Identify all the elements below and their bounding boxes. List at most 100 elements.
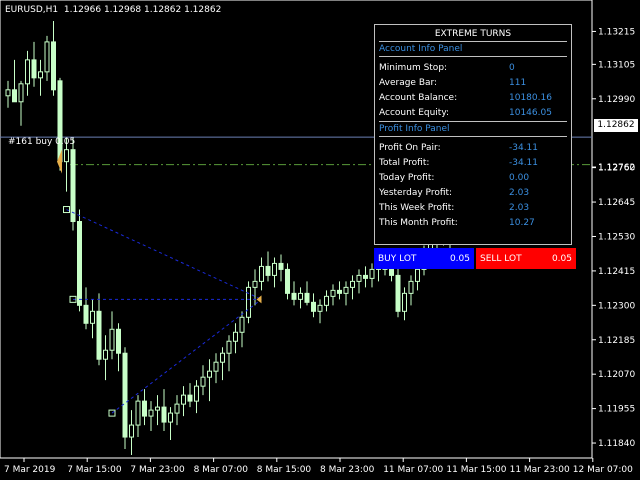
account-section-title: Account Info Panel [379, 44, 463, 54]
sell-lot-label: SELL LOT [480, 253, 522, 264]
row-value: 111 [509, 78, 527, 88]
row-value: 10180.16 [509, 93, 552, 103]
candle-body [83, 304, 89, 324]
row-value: -34.11 [509, 143, 539, 153]
row-label: Today Profit: [379, 173, 435, 183]
panel-row: Account Equity: 10146.05 [375, 106, 571, 121]
trend-line [111, 298, 262, 414]
row-value: -34.11 [509, 158, 539, 168]
candle-body [311, 301, 316, 312]
candle-body [5, 89, 11, 97]
y-tick-label: 1.12185 [598, 336, 635, 346]
sell-lot-button[interactable]: SELL LOT 0.05 [476, 248, 576, 269]
symbol-ohlc: 1.12966 1.12968 1.12862 1.12862 [63, 5, 222, 15]
panel-row: Total Profit: -34.11 [375, 156, 571, 171]
panel-title: EXTREME TURNS [434, 29, 512, 39]
x-axis-ticks: 7 Mar 2019 7 Mar 15:00 7 Mar 23:00 8 Mar 07… [4, 458, 633, 475]
candle-body [96, 310, 102, 360]
x-tick-label: 12 Mar 07:00 [573, 465, 633, 475]
candle-body [304, 292, 310, 303]
x-tick-label: 11 Mar 15:00 [446, 465, 506, 475]
x-tick-label: 8 Mar 23:00 [320, 465, 375, 475]
candle-body [31, 59, 37, 79]
x-tick-label: 11 Mar 07:00 [383, 465, 443, 475]
candle-body [70, 149, 76, 223]
candle-body [278, 262, 284, 270]
row-value: 2.03 [509, 188, 530, 198]
panel-row: This Month Profit: 10.27 [375, 216, 571, 231]
candle-body [194, 385, 199, 402]
x-tick-label: 7 Mar 2019 [4, 465, 56, 475]
row-value: 0.00 [509, 173, 530, 183]
candle-body [395, 274, 401, 312]
y-tick-label: 1.12645 [598, 198, 635, 208]
row-label: This Week Profit: [379, 203, 455, 213]
candle-body [64, 149, 69, 163]
candle-body [18, 83, 24, 103]
panel-row: Account Balance: 10180.16 [375, 91, 571, 106]
order-label: #161 buy 0.05 [8, 137, 76, 147]
candle-body [324, 295, 329, 306]
candle-body [12, 89, 17, 103]
buy-lot-button[interactable]: BUY LOT 0.05 [374, 248, 474, 269]
symbol-name: EURUSD,H1 [5, 5, 59, 15]
candle-body [415, 268, 420, 282]
panel-row: Profit On Pair: -34.11 [375, 141, 571, 156]
candle-body [285, 268, 290, 294]
profit-rows: Profit On Pair: -34.11 Total Profit: -34.11… [375, 141, 571, 231]
candle-body [161, 406, 167, 423]
candle-body [129, 424, 134, 438]
panel-row: Minimum Stop: 0 [375, 61, 571, 76]
candle-body [174, 403, 180, 414]
candle-body [122, 352, 128, 438]
candle-body [200, 376, 206, 387]
y-tick-label: 1.12070 [598, 370, 635, 380]
buy-lot-label: BUY LOT [378, 253, 417, 264]
candle-body [51, 41, 56, 91]
row-value: 0 [509, 63, 515, 73]
candle-body [259, 265, 264, 282]
candle-body [298, 292, 303, 300]
candle-body [272, 262, 277, 276]
row-label: This Month Profit: [379, 218, 458, 228]
candle-body [356, 274, 362, 282]
panel-row: Yesterday Profit: 2.03 [375, 186, 571, 201]
x-tick-label: 8 Mar 15:00 [257, 465, 312, 475]
candle-body [187, 394, 193, 402]
candle-body [408, 280, 414, 294]
candle-body [265, 265, 271, 276]
y-tick-label: 1.12530 [598, 232, 635, 242]
candle-body [77, 221, 82, 306]
candle-body [330, 289, 336, 297]
x-tick-label: 8 Mar 07:00 [194, 465, 249, 475]
candle-body [207, 370, 212, 378]
x-tick-label: 7 Mar 23:00 [130, 465, 185, 475]
y-tick-label: 1.12415 [598, 267, 635, 277]
sell-lot-value: 0.05 [551, 253, 572, 264]
candle-body [233, 331, 238, 342]
row-label: Yesterday Profit: [379, 188, 453, 198]
panel-row: Today Profit: 0.00 [375, 171, 571, 186]
candle-body [246, 286, 251, 318]
candle-body [116, 328, 121, 354]
candle-body [90, 310, 95, 324]
candle-body [168, 412, 173, 423]
candle-body [181, 394, 186, 405]
candle-body [155, 406, 160, 411]
account-rows: Minimum Stop: 0 Average Bar: 111 Account Bal… [375, 61, 571, 121]
candle-body [402, 292, 407, 312]
trade-markers [57, 149, 262, 417]
candle-body [220, 352, 225, 363]
x-tick-label: 7 Mar 15:00 [67, 465, 122, 475]
candle-body [291, 292, 297, 300]
row-value: 10146.05 [509, 108, 552, 118]
candle-body [252, 280, 258, 288]
row-label: Profit On Pair: [379, 143, 441, 153]
candle-body [369, 268, 375, 279]
candle-body [103, 349, 108, 360]
row-value: 2.03 [509, 203, 530, 213]
trend-line [66, 209, 262, 300]
candle-body [142, 400, 147, 417]
y-tick-label: 1.11955 [598, 405, 635, 415]
y-tick-label: 1.12990 [598, 95, 635, 105]
